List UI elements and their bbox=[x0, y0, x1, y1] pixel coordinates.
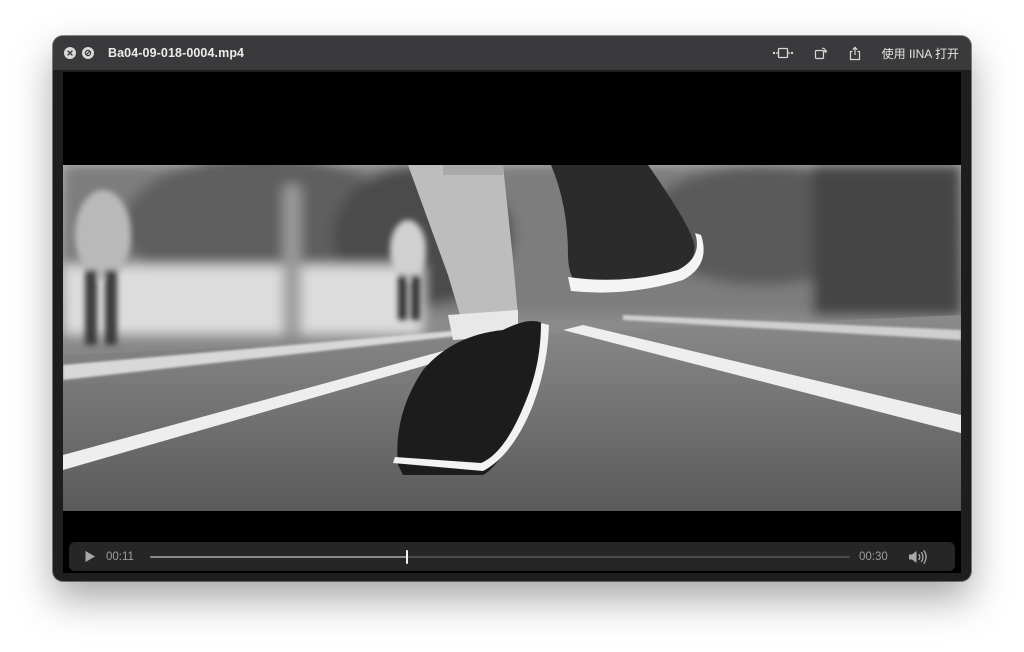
speaker-icon bbox=[908, 549, 927, 564]
close-icon bbox=[67, 50, 73, 56]
titlebar-actions: 使用 IINA 打开 bbox=[772, 36, 959, 70]
fullscreen-button[interactable] bbox=[82, 47, 94, 59]
volume-button[interactable] bbox=[907, 549, 929, 565]
share-icon bbox=[849, 46, 860, 60]
close-button[interactable] bbox=[64, 47, 76, 59]
seek-progress bbox=[150, 555, 407, 558]
rotate-icon bbox=[814, 47, 828, 60]
play-button[interactable] bbox=[83, 550, 97, 564]
rotate-button[interactable] bbox=[814, 46, 828, 60]
trim-button[interactable] bbox=[772, 46, 794, 60]
trim-icon bbox=[772, 47, 793, 59]
fullscreen-disabled-icon bbox=[84, 49, 92, 57]
current-time: 00:11 bbox=[106, 550, 134, 563]
video-frame[interactable] bbox=[63, 165, 961, 511]
play-icon bbox=[85, 551, 95, 562]
title-bar[interactable]: Ba04-09-018-0004.mp4 使用 IINA 打开 bbox=[53, 36, 971, 70]
window-controls bbox=[64, 47, 94, 59]
open-with-iina-button[interactable]: 使用 IINA 打开 bbox=[882, 45, 959, 62]
share-button[interactable] bbox=[848, 46, 862, 61]
seek-bar[interactable] bbox=[150, 549, 850, 564]
quicklook-window: Ba04-09-018-0004.mp4 使用 IINA 打开 00:11 00… bbox=[53, 36, 971, 581]
duration: 00:30 bbox=[859, 550, 888, 563]
window-title: Ba04-09-018-0004.mp4 bbox=[108, 46, 245, 60]
video-viewport[interactable]: 00:11 00:30 bbox=[63, 72, 961, 573]
playhead[interactable] bbox=[406, 549, 408, 564]
video-still-image bbox=[63, 165, 961, 511]
playback-controls: 00:11 00:30 bbox=[69, 542, 955, 571]
